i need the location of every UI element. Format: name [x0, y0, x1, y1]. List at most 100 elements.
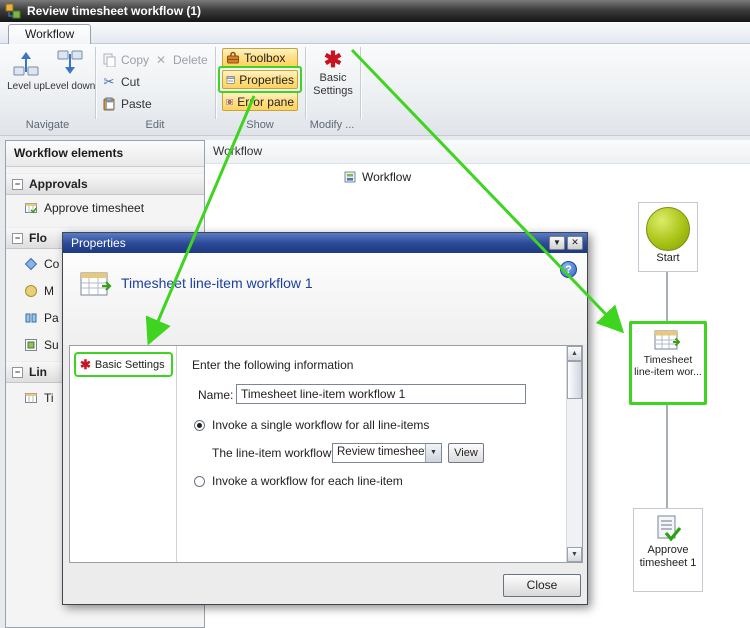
section-approvals[interactable]: − Approvals	[6, 173, 204, 195]
paste-label: Paste	[121, 97, 152, 111]
scroll-up-icon[interactable]: ▲	[567, 346, 582, 361]
delete-label: Delete	[173, 53, 208, 67]
timesheet-node-icon	[653, 328, 683, 354]
start-node[interactable]: Start	[638, 202, 698, 272]
dialog-title: Properties	[71, 236, 126, 250]
app-window: Review timesheet workflow (1) Workflow L…	[0, 0, 750, 628]
timesheet-node-label-line1: Timesheet	[632, 354, 704, 366]
form-instruction: Enter the following information	[192, 358, 353, 372]
level-down-icon	[55, 48, 85, 78]
collapse-icon[interactable]: −	[12, 233, 23, 244]
toolbox-label: Toolbox	[244, 51, 285, 65]
dialog-timesheet-icon	[79, 269, 113, 299]
approve-timesheet-node[interactable]: Approve timesheet 1	[633, 508, 703, 592]
dialog-content-area: ✱ Basic Settings Enter the following inf…	[69, 345, 583, 563]
panel-item-label: Ti	[44, 391, 54, 405]
app-icon	[5, 3, 21, 19]
panel-item-approve-timesheet[interactable]: Approve timesheet	[6, 197, 204, 219]
section-line-item-label: Lin	[29, 365, 47, 379]
approve-node-icon	[653, 514, 683, 544]
titlebar: Review timesheet workflow (1)	[0, 0, 750, 22]
group-separator	[305, 47, 306, 119]
ribbon: Level up Level down Navigate Copy ✕ Dele…	[0, 44, 750, 136]
error-pane-button[interactable]: Error pane	[222, 92, 298, 111]
basic-settings-asterisk-icon: ✱	[324, 48, 342, 72]
timesheet-line-item-node[interactable]: Timesheet line-item wor...	[629, 321, 707, 405]
delete-icon: ✕	[154, 53, 168, 67]
level-down-button[interactable]: Level down	[48, 48, 92, 114]
dialog-header-title: Timesheet line-item workflow 1	[121, 275, 313, 291]
workflow-icon	[343, 170, 357, 184]
dropdown-selected-value: Review timesheet	[333, 444, 425, 462]
edit-group-label: Edit	[95, 118, 215, 132]
properties-label: Properties	[239, 73, 294, 87]
close-button[interactable]: Close	[503, 574, 581, 597]
chevron-down-icon[interactable]: ▼	[425, 444, 441, 462]
section-approvals-label: Approvals	[29, 177, 88, 191]
dialog-close-icon[interactable]: ✕	[567, 236, 583, 250]
workflow-breadcrumb-label: Workflow	[362, 170, 411, 184]
help-button[interactable]: ?	[560, 261, 577, 278]
delete-button[interactable]: ✕ Delete	[154, 50, 208, 70]
basic-settings-item-label: Basic Settings	[95, 359, 165, 371]
decision-element-icon	[24, 284, 38, 298]
radio-each-line-item[interactable]	[194, 476, 205, 487]
radio-single-workflow[interactable]	[194, 420, 205, 431]
tab-workflow[interactable]: Workflow	[8, 24, 91, 44]
basic-settings-button[interactable]: ✱ Basic Settings	[308, 48, 358, 116]
error-pane-label: Error pane	[237, 95, 294, 109]
scroll-down-icon[interactable]: ▼	[567, 547, 582, 562]
radio-each-line-item-label: Invoke a workflow for each line-item	[212, 474, 403, 488]
error-pane-icon	[226, 95, 233, 109]
cut-label: Cut	[121, 75, 140, 89]
basic-settings-asterisk-icon: ✱	[80, 358, 91, 371]
properties-dialog: Properties ▼ ✕ Timesheet line-item workf…	[62, 232, 588, 605]
dialog-titlebar[interactable]: Properties	[63, 233, 587, 253]
timesheet-node-label-line2: line-item wor...	[632, 366, 704, 378]
dialog-nav-pane: ✱ Basic Settings	[70, 346, 177, 562]
panel-item-label: Pa	[44, 311, 59, 325]
level-down-label: Level down	[45, 81, 96, 92]
timesheet-element-icon	[24, 391, 38, 405]
view-button[interactable]: View	[448, 443, 484, 463]
toolbox-button[interactable]: Toolbox	[222, 48, 298, 67]
copy-button[interactable]: Copy	[102, 50, 149, 70]
workflow-elements-title: Workflow elements	[6, 141, 204, 167]
dialog-basic-settings-item[interactable]: ✱ Basic Settings	[74, 352, 173, 377]
line-item-workflow-dropdown[interactable]: Review timesheet ▼	[332, 443, 442, 463]
basic-settings-label-line2: Settings	[313, 85, 353, 98]
level-up-button[interactable]: Level up	[4, 48, 48, 114]
start-node-label: Start	[639, 252, 697, 265]
dialog-header	[63, 253, 587, 345]
properties-button[interactable]: Properties	[222, 70, 298, 89]
cut-icon: ✂	[102, 74, 116, 90]
group-separator	[360, 47, 361, 119]
dialog-scrollbar[interactable]: ▲ ▼	[566, 346, 582, 562]
radio-single-workflow-label: Invoke a single workflow for all line-it…	[212, 418, 429, 432]
paste-button[interactable]: Paste	[102, 94, 152, 114]
scrollbar-thumb[interactable]	[567, 361, 582, 399]
start-node-icon	[646, 207, 690, 251]
approval-element-icon	[24, 201, 38, 215]
modify-group-label: Modify ...	[303, 118, 361, 132]
group-separator	[215, 47, 216, 119]
dialog-menu-button[interactable]: ▼	[549, 236, 565, 250]
collapse-icon[interactable]: −	[12, 179, 23, 190]
subworkflow-element-icon	[24, 338, 38, 352]
copy-label: Copy	[121, 53, 149, 67]
panel-item-label: Approve timesheet	[44, 201, 144, 215]
line-item-workflow-label: The line-item workflow:	[212, 446, 335, 460]
workflow-breadcrumb[interactable]: Workflow	[343, 170, 411, 184]
name-label: Name:	[198, 388, 233, 402]
panel-item-label: M	[44, 284, 54, 298]
connector-line	[666, 405, 668, 508]
panel-item-label: Su	[44, 338, 59, 352]
canvas-header: Workflow	[205, 140, 750, 164]
level-up-label: Level up	[7, 81, 45, 92]
collapse-icon[interactable]: −	[12, 367, 23, 378]
properties-icon	[226, 73, 235, 87]
name-input[interactable]	[236, 384, 526, 404]
cut-button[interactable]: ✂ Cut	[102, 72, 140, 92]
basic-settings-label-line1: Basic	[320, 72, 347, 85]
section-flow-label: Flo	[29, 231, 47, 245]
